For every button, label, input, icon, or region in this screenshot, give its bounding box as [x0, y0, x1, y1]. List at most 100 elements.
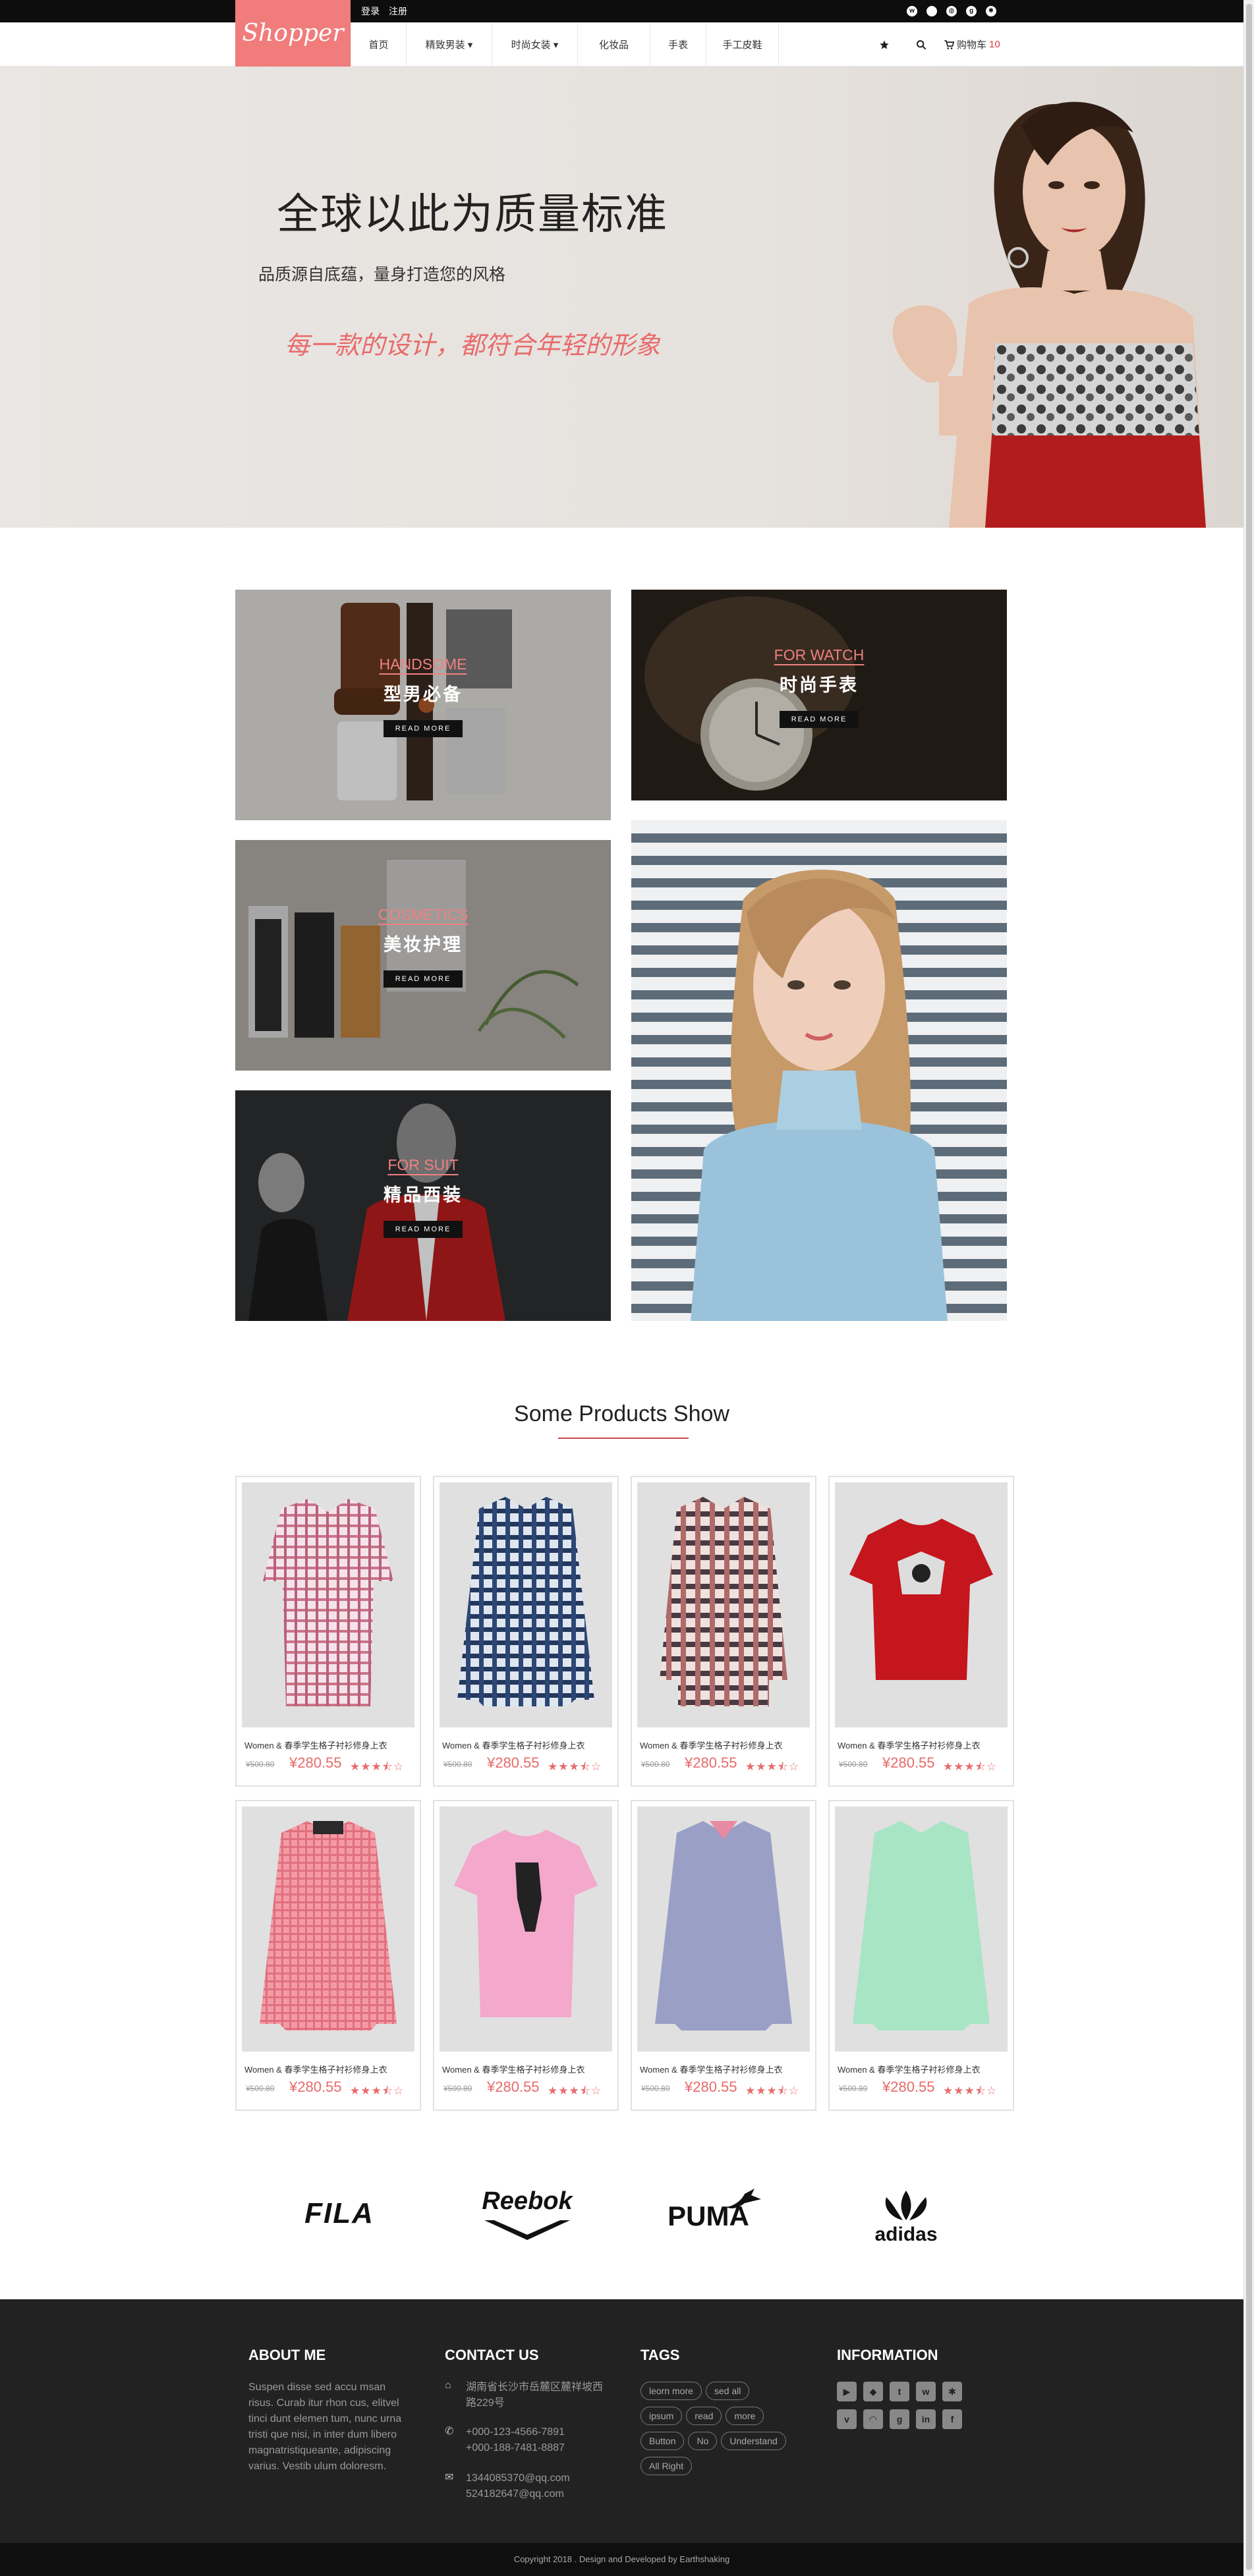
- youtube-icon[interactable]: ▶: [837, 2382, 857, 2401]
- page-scrollbar[interactable]: [1243, 0, 1254, 2576]
- favorites-star-icon[interactable]: [866, 22, 903, 67]
- product-image[interactable]: [440, 1806, 612, 2052]
- product-price: ¥280.55: [289, 2079, 342, 2095]
- nav-item-cosmetics[interactable]: 化妆品: [578, 22, 650, 67]
- brand-logo[interactable]: Shopper: [235, 0, 351, 67]
- product-old-price: ¥500.80: [246, 1760, 275, 1769]
- nav-item-leather-shoes[interactable]: 手工皮鞋: [706, 22, 779, 67]
- read-more-button[interactable]: READ MORE: [383, 1221, 463, 1238]
- scrollbar-thumb[interactable]: [1246, 4, 1252, 2570]
- read-more-button[interactable]: READ MORE: [383, 970, 463, 988]
- vimeo-icon[interactable]: v: [837, 2409, 857, 2429]
- product-card[interactable]: Women & 春季学生格子衬衫修身上衣 ¥500.80 ¥280.55 ★★★…: [631, 1800, 816, 2111]
- copyright-bar: Copyright 2018 . Design and Developed by…: [0, 2543, 1243, 2576]
- hero-banner: 全球以此为质量标准 品质源自底蕴，量身打造您的风格 每一款的设计，都符合年轻的形…: [0, 67, 1243, 528]
- cart-button[interactable]: 购物车 10: [944, 38, 1000, 51]
- google-plus-icon[interactable]: g: [966, 6, 977, 16]
- product-name[interactable]: Women & 春季学生格子衬衫修身上衣: [640, 2063, 782, 2075]
- rating-stars: ★★★⯪☆: [548, 1760, 602, 1773]
- read-more-button[interactable]: READ MORE: [383, 720, 463, 737]
- category-title-en: COSMETICS: [378, 906, 469, 923]
- register-link[interactable]: 注册: [389, 5, 407, 18]
- nav-item-womenswear[interactable]: 时尚女装 ▾: [492, 22, 578, 67]
- category-title-en: FOR WATCH: [774, 646, 865, 663]
- category-tile-handsome[interactable]: HANDSOME 型男必备 READ MORE: [235, 590, 611, 820]
- category-title-zh: 时尚手表: [780, 675, 859, 695]
- product-old-price: ¥500.80: [839, 1760, 868, 1769]
- product-price: ¥280.55: [882, 1754, 935, 1771]
- product-old-price: ¥500.80: [641, 1760, 670, 1769]
- reebok-vector-icon: [484, 2220, 570, 2240]
- tag-link[interactable]: Understand: [721, 2432, 786, 2450]
- hero-model-image: [892, 101, 1206, 528]
- product-card[interactable]: Women & 春季学生格子衬衫修身上衣 ¥500.80 ¥280.55 ★★★…: [235, 1476, 421, 1787]
- product-card[interactable]: Women & 春季学生格子衬衫修身上衣 ¥500.80 ¥280.55 ★★★…: [828, 1476, 1014, 1787]
- tag-link[interactable]: read: [686, 2407, 722, 2425]
- nav-item-home[interactable]: 首页: [351, 22, 407, 67]
- hero-tagline: 每一款的设计，都符合年轻的形象: [285, 332, 661, 360]
- dribbble-icon[interactable]: ◍: [946, 6, 957, 16]
- product-name[interactable]: Women & 春季学生格子衬衫修身上衣: [244, 1739, 387, 1751]
- product-name[interactable]: Women & 春季学生格子衬衫修身上衣: [838, 2063, 980, 2075]
- brand-logo-adidas[interactable]: adidas: [863, 2224, 949, 2246]
- yelp-icon[interactable]: ✱: [986, 6, 996, 16]
- product-image[interactable]: [835, 1806, 1008, 2052]
- product-image[interactable]: [637, 1806, 810, 2052]
- product-name[interactable]: Women & 春季学生格子衬衫修身上衣: [442, 2063, 584, 2075]
- tag-link[interactable]: ipsum: [641, 2407, 683, 2425]
- product-old-price: ¥500.80: [641, 2084, 670, 2093]
- nav-item-watches[interactable]: 手表: [650, 22, 706, 67]
- category-tile-suit[interactable]: FOR SUIT 精品西装 READ MORE: [235, 1090, 611, 1321]
- yelp-icon[interactable]: ✱: [942, 2382, 962, 2401]
- apple-icon[interactable]: [926, 6, 937, 16]
- nav-actions: 购物车 10: [866, 22, 1000, 67]
- brand-logo-fila[interactable]: FILA: [290, 2197, 389, 2230]
- home-icon: ⌂: [445, 2380, 451, 2391]
- featured-model-image[interactable]: [631, 820, 1007, 1321]
- product-image[interactable]: [242, 1482, 414, 1727]
- email-link[interactable]: 524182647@qq.com: [466, 2488, 564, 2500]
- product-name[interactable]: Women & 春季学生格子衬衫修身上衣: [838, 1739, 980, 1751]
- product-card[interactable]: Women & 春季学生格子衬衫修身上衣 ¥500.80 ¥280.55 ★★★…: [631, 1476, 816, 1787]
- product-card[interactable]: Women & 春季学生格子衬衫修身上衣 ¥500.80 ¥280.55 ★★★…: [235, 1800, 421, 2111]
- product-image[interactable]: [242, 1806, 414, 2052]
- product-card[interactable]: Women & 春季学生格子衬衫修身上衣 ¥500.80 ¥280.55 ★★★…: [828, 1800, 1014, 2111]
- rss-icon[interactable]: ◠: [863, 2409, 883, 2429]
- tag-link[interactable]: Button: [641, 2432, 685, 2450]
- category-tile-cosmetics[interactable]: COSMETICS 美妆护理 READ MORE: [235, 840, 611, 1071]
- product-image[interactable]: [637, 1482, 810, 1727]
- tag-link[interactable]: more: [726, 2407, 764, 2425]
- weibo-icon[interactable]: w: [907, 6, 917, 16]
- product-name[interactable]: Women & 春季学生格子衬衫修身上衣: [640, 1739, 782, 1751]
- footer-info-title: INFORMATION: [837, 2347, 938, 2363]
- twitter-icon[interactable]: t: [890, 2382, 909, 2401]
- product-name[interactable]: Women & 春季学生格子衬衫修身上衣: [442, 1739, 584, 1751]
- rating-stars: ★★★⯪☆: [548, 2085, 602, 2097]
- facebook-icon[interactable]: f: [942, 2409, 962, 2429]
- product-price: ¥280.55: [487, 1754, 540, 1771]
- tag-link[interactable]: leorn more: [641, 2382, 702, 2400]
- rating-stars: ★★★⯪☆: [745, 2085, 800, 2097]
- search-icon[interactable]: [903, 22, 940, 67]
- dropbox-icon[interactable]: ◆: [863, 2382, 883, 2401]
- tag-link[interactable]: No: [688, 2432, 718, 2450]
- brand-logo-reebok[interactable]: Reebok: [471, 2187, 583, 2216]
- nav-item-menswear[interactable]: 精致男装 ▾: [407, 22, 492, 67]
- product-name[interactable]: Women & 春季学生格子衬衫修身上衣: [244, 2063, 387, 2075]
- product-old-price: ¥500.80: [443, 1760, 472, 1769]
- product-card[interactable]: Women & 春季学生格子衬衫修身上衣 ¥500.80 ¥280.55 ★★★…: [433, 1476, 619, 1787]
- footer-about-text: Suspen disse sed accu msan risus. Curab …: [248, 2382, 402, 2472]
- linkedin-icon[interactable]: in: [916, 2409, 936, 2429]
- rating-stars: ★★★⯪☆: [943, 2085, 998, 2097]
- product-image[interactable]: [835, 1482, 1008, 1727]
- tag-link[interactable]: All Right: [641, 2457, 693, 2475]
- google-plus-icon[interactable]: g: [890, 2409, 909, 2429]
- tag-link[interactable]: sed all: [705, 2382, 750, 2400]
- product-card[interactable]: Women & 春季学生格子衬衫修身上衣 ¥500.80 ¥280.55 ★★★…: [433, 1800, 619, 2111]
- product-image[interactable]: [440, 1482, 612, 1727]
- email-link[interactable]: 1344085370@qq.com: [466, 2473, 570, 2484]
- weibo-icon[interactable]: w: [916, 2382, 936, 2401]
- category-tile-watch[interactable]: FOR WATCH 时尚手表 READ MORE: [631, 590, 1007, 800]
- login-link[interactable]: 登录: [361, 5, 380, 18]
- read-more-button[interactable]: READ MORE: [779, 711, 859, 728]
